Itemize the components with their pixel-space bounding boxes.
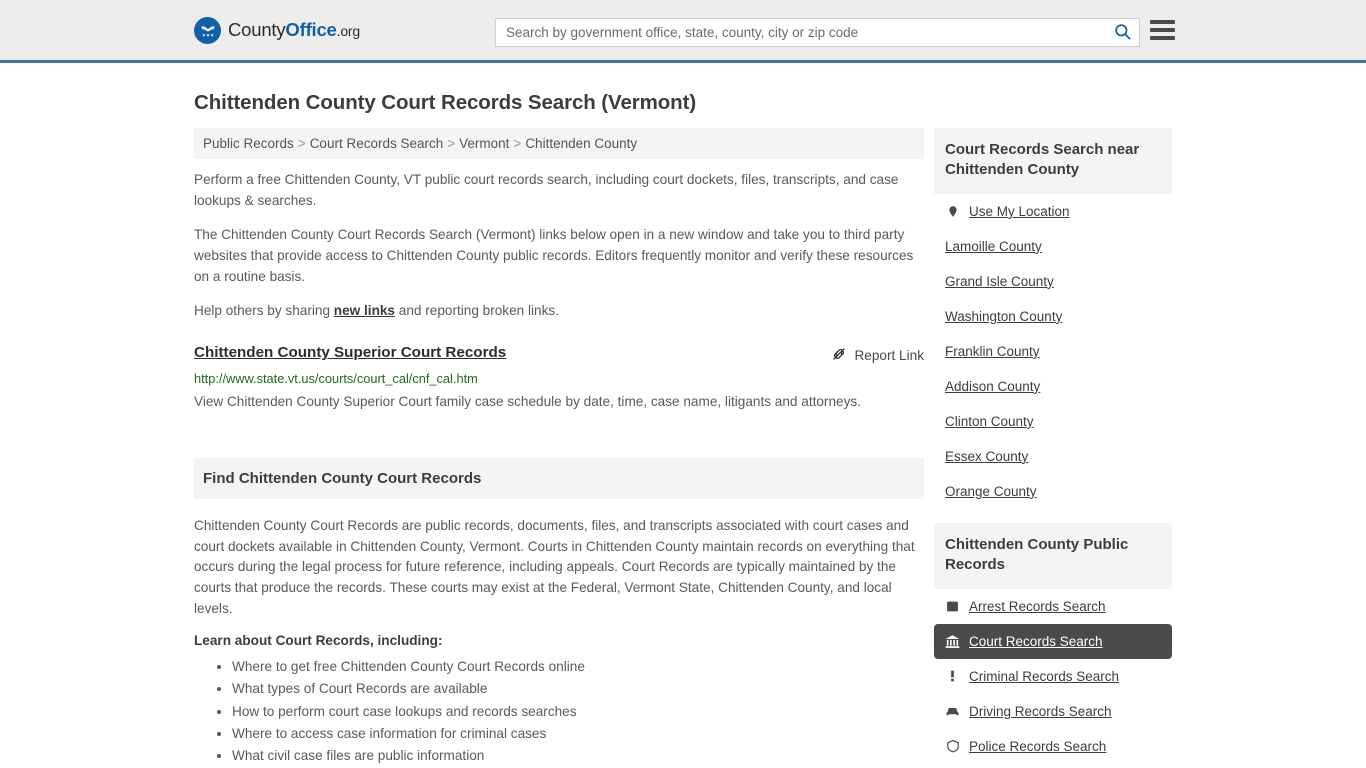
breadcrumb-separator: >: [297, 136, 306, 151]
logo-text-office: Office: [285, 19, 337, 40]
link-result-url: http://www.state.vt.us/courts/court_cal/…: [194, 370, 478, 386]
find-section-heading: Find Chittenden County Court Records: [194, 458, 924, 499]
list-item: What types of Court Records are availabl…: [232, 678, 924, 699]
share-text-before: Help others by sharing: [194, 303, 334, 319]
exclamation-icon: [945, 669, 960, 684]
sidebar-item-criminal-records-search[interactable]: Criminal Records Search: [934, 659, 1172, 694]
car-icon: [945, 704, 960, 719]
breadcrumb-item-vermont[interactable]: Vermont: [459, 136, 509, 151]
find-section-paragraph: Chittenden County Court Records are publ…: [194, 518, 915, 616]
sidebar-item-arrest-records-search[interactable]: Arrest Records Search: [934, 589, 1172, 624]
intro-paragraph-2: The Chittenden County Court Records Sear…: [194, 227, 914, 284]
sidebar-heading-near: Court Records Search near Chittenden Cou…: [934, 128, 1172, 194]
page-container: Chittenden County Court Records Search (…: [0, 91, 1366, 767]
sidebar-item-label[interactable]: Court Records Search: [969, 634, 1103, 649]
site-logo-text: CountyOffice.org: [228, 19, 360, 41]
sidebar-item-police-records-search[interactable]: Police Records Search: [934, 729, 1172, 764]
list-item: What civil case files are public informa…: [232, 745, 924, 766]
sidebar-item-label[interactable]: Essex County: [945, 449, 1028, 464]
sidebar-item-label[interactable]: Use My Location: [969, 204, 1070, 219]
link-result: Chittenden County Superior Court Records…: [194, 344, 924, 412]
list-item: How to perform court case lookups and re…: [232, 701, 924, 722]
sidebar-item-label[interactable]: Criminal Records Search: [969, 669, 1119, 684]
sidebar-item-addison-county[interactable]: Addison County: [934, 369, 1172, 404]
search-input[interactable]: [496, 19, 1105, 46]
sidebar-divider: [934, 509, 1172, 523]
list-item: Where to get free Chittenden County Cour…: [232, 656, 924, 677]
site-logo[interactable]: CountyOffice.org: [194, 16, 360, 44]
map-pin-icon: [945, 204, 960, 219]
sidebar-item-label[interactable]: Arrest Records Search: [969, 599, 1106, 614]
sidebar-item-court-records-search[interactable]: Court Records Search: [934, 623, 1172, 659]
sidebar-item-use-my-location[interactable]: Use My Location: [934, 194, 1172, 229]
sidebar: Court Records Search near Chittenden Cou…: [934, 128, 1172, 767]
broken-link-icon: [831, 346, 847, 365]
main-column: Public Records > Court Records Search > Verm…: [194, 128, 924, 767]
hamburger-bar: [1150, 28, 1175, 32]
courthouse-icon: [945, 634, 960, 649]
sidebar-item-orange-county[interactable]: Orange County: [934, 474, 1172, 509]
hamburger-menu-icon[interactable]: [1150, 20, 1175, 40]
sidebar-item-essex-county[interactable]: Essex County: [934, 439, 1172, 474]
report-link-button[interactable]: Report Link: [831, 344, 924, 365]
sidebar-near-list: Use My Location Lamoille County Grand Is…: [934, 194, 1172, 509]
sidebar-item-label[interactable]: Washington County: [945, 309, 1062, 324]
sidebar-item-clinton-county[interactable]: Clinton County: [934, 404, 1172, 439]
sidebar-item-lamoille-county[interactable]: Lamoille County: [934, 229, 1172, 264]
link-result-header: Chittenden County Superior Court Records…: [194, 344, 924, 365]
police-badge-icon: [945, 739, 960, 754]
list-item: Where to access case information for cri…: [232, 723, 924, 744]
breadcrumb-item-public-records[interactable]: Public Records: [203, 136, 294, 151]
breadcrumb-item-court-records-search[interactable]: Court Records Search: [310, 136, 444, 151]
new-links-link[interactable]: new links: [334, 303, 395, 318]
sidebar-item-franklin-county[interactable]: Franklin County: [934, 334, 1172, 369]
content-columns: Public Records > Court Records Search > Verm…: [194, 128, 1172, 767]
sidebar-item-label[interactable]: Police Records Search: [969, 739, 1106, 754]
logo-text-county: County: [228, 19, 286, 40]
eagle-shield-icon: [194, 16, 221, 44]
share-text-after: and reporting broken links.: [395, 303, 559, 319]
hamburger-bar: [1150, 20, 1175, 24]
breadcrumb: Public Records > Court Records Search > Verm…: [194, 128, 924, 159]
search-icon: [1113, 22, 1132, 44]
sidebar-item-grand-isle-county[interactable]: Grand Isle County: [934, 264, 1172, 299]
page-title: Chittenden County Court Records Search (…: [194, 91, 697, 114]
sidebar-item-label[interactable]: Driving Records Search: [969, 704, 1112, 719]
logo-text-org: .org: [336, 23, 361, 39]
sidebar-item-label[interactable]: Lamoille County: [945, 239, 1042, 254]
find-section-lead-in: Learn about Court Records, including:: [194, 633, 443, 649]
link-result-description: View Chittenden County Superior Court fa…: [194, 393, 861, 409]
fingerprint-card-icon: [945, 599, 960, 614]
sidebar-item-washington-county[interactable]: Washington County: [934, 299, 1172, 334]
search-button[interactable]: [1105, 19, 1139, 46]
sidebar-item-label[interactable]: Franklin County: [945, 344, 1040, 359]
find-section-body: Chittenden County Court Records are publ…: [194, 499, 924, 766]
site-header: CountyOffice.org: [0, 0, 1366, 63]
report-link-label: Report Link: [854, 347, 924, 363]
intro-paragraph-3: Help others by sharing new links and rep…: [194, 301, 924, 322]
breadcrumb-item-chittenden-county[interactable]: Chittenden County: [525, 136, 637, 151]
hamburger-bar: [1150, 36, 1175, 40]
sidebar-item-driving-records-search[interactable]: Driving Records Search: [934, 694, 1172, 729]
sidebar-public-records-list: Arrest Records Search Court Records Sear…: [934, 589, 1172, 764]
sidebar-item-label[interactable]: Grand Isle County: [945, 274, 1054, 289]
find-section-bullet-list: Where to get free Chittenden County Cour…: [194, 656, 924, 766]
sidebar-item-label[interactable]: Clinton County: [945, 414, 1034, 429]
sidebar-item-label[interactable]: Addison County: [945, 379, 1040, 394]
search-bar[interactable]: [495, 18, 1140, 47]
breadcrumb-separator: >: [513, 136, 522, 151]
breadcrumb-separator: >: [447, 136, 456, 151]
sidebar-heading-public-records: Chittenden County Public Records: [934, 522, 1172, 589]
sidebar-item-label[interactable]: Orange County: [945, 484, 1037, 499]
link-result-title[interactable]: Chittenden County Superior Court Records: [194, 344, 506, 361]
intro-paragraph-1: Perform a free Chittenden County, VT pub…: [194, 172, 899, 208]
